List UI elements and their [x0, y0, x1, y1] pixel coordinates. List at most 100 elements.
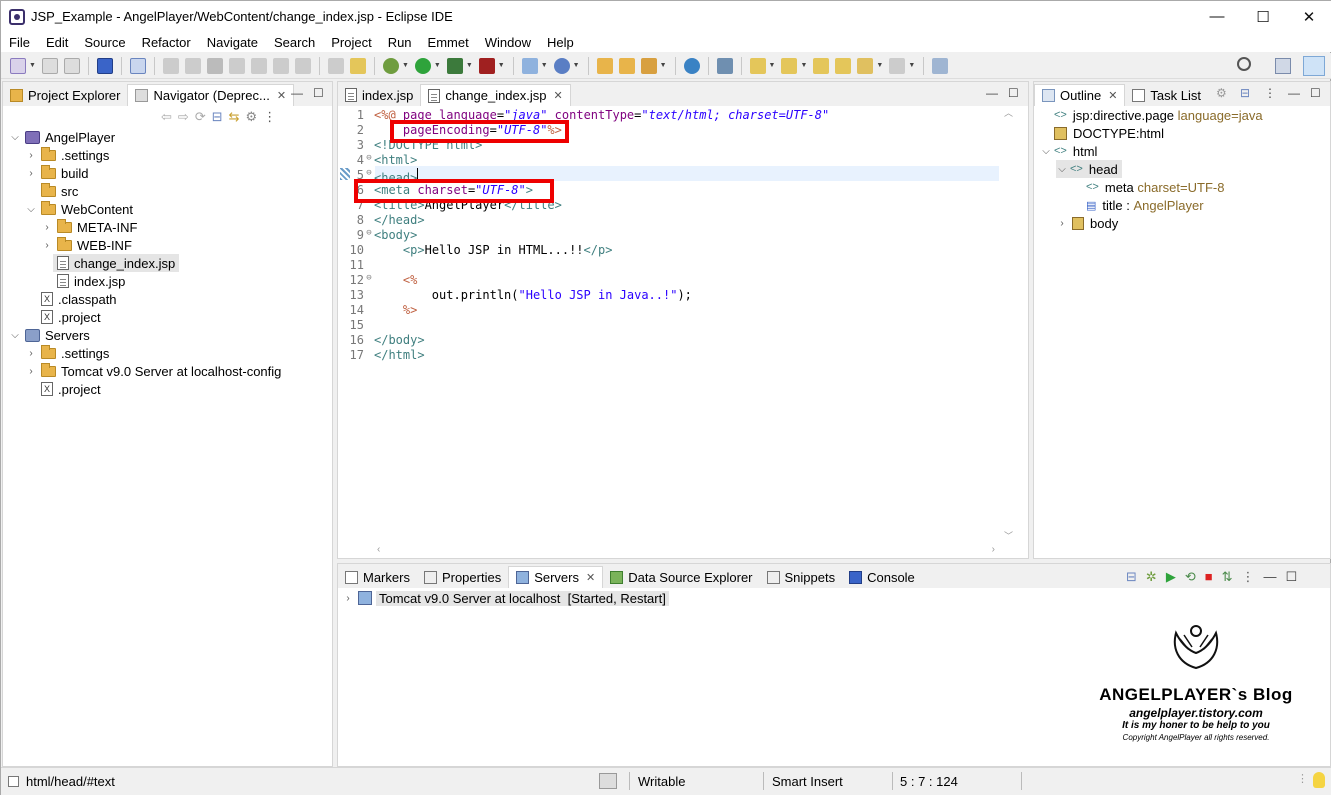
tree-item-tomcat-config[interactable]: › Tomcat v9.0 Server at localhost-config: [25, 362, 281, 380]
outline-item-title[interactable]: ▤ title : AngelPlayer: [1086, 196, 1204, 214]
outline-item-meta[interactable]: <> meta charset=UTF-8: [1086, 178, 1224, 196]
dropdown-arrow-icon[interactable]: ▼: [498, 62, 505, 69]
collapse-all-icon[interactable]: ⊟: [1240, 86, 1250, 100]
chevron-down-icon[interactable]: ⌵: [9, 132, 21, 143]
tab-markers[interactable]: Markers: [338, 566, 417, 588]
tree-item-meta-inf[interactable]: › META-INF: [41, 218, 137, 236]
status-menu-icon[interactable]: ⋮: [1297, 772, 1308, 785]
tab-servers[interactable]: Servers ✕: [508, 566, 604, 588]
forward-arrow-icon[interactable]: [889, 57, 906, 74]
open-resource-icon[interactable]: [618, 57, 635, 74]
outline-item-body[interactable]: › body: [1056, 214, 1118, 232]
tree-item-servers-project-file[interactable]: X .project: [37, 380, 101, 398]
collapse-icon[interactable]: ⊟: [1126, 569, 1137, 585]
view-menu-icon[interactable]: ⋮: [1241, 569, 1254, 585]
menu-run[interactable]: Run: [380, 35, 420, 50]
tab-data-source-explorer[interactable]: Data Source Explorer: [603, 566, 759, 588]
outline-item-html[interactable]: ⌵ <> html: [1040, 142, 1097, 160]
tip-lightbulb-icon[interactable]: [1313, 772, 1325, 788]
tree-item-webcontent[interactable]: ⌵ WebContent: [25, 200, 133, 218]
open-perspective-icon[interactable]: [1275, 58, 1291, 74]
chevron-right-icon[interactable]: ›: [25, 168, 37, 179]
external-tools-icon[interactable]: [478, 57, 495, 74]
editor-horizontal-scrollbar[interactable]: ‹ ›: [375, 544, 999, 558]
menu-help[interactable]: Help: [539, 35, 582, 50]
dropdown-arrow-icon[interactable]: ▼: [573, 62, 580, 69]
web-browser-icon[interactable]: [683, 57, 700, 74]
debug-icon[interactable]: [382, 57, 399, 74]
outline-item-head[interactable]: ⌵ <> head: [1056, 160, 1122, 178]
maximize-icon[interactable]: ☐: [1310, 86, 1321, 100]
tree-item-index-jsp[interactable]: index.jsp: [53, 272, 125, 290]
dropdown-arrow-icon[interactable]: ▼: [769, 62, 776, 69]
maximize-icon[interactable]: ☐: [1285, 569, 1297, 585]
chevron-right-icon[interactable]: ›: [41, 222, 53, 233]
menu-window[interactable]: Window: [477, 35, 539, 50]
tab-index-jsp[interactable]: index.jsp: [338, 84, 420, 106]
outline-scrollbar[interactable]: [1318, 106, 1330, 556]
chevron-down-icon[interactable]: ⌵: [9, 330, 21, 341]
toggle-comment-icon[interactable]: [327, 57, 344, 74]
chevron-down-icon[interactable]: ⌵: [25, 204, 37, 215]
debug-server-icon[interactable]: ✲: [1146, 569, 1157, 585]
back-icon[interactable]: ⇦: [161, 109, 172, 125]
suspend-icon[interactable]: [184, 57, 201, 74]
menu-navigate[interactable]: Navigate: [199, 35, 266, 50]
back-arrow-icon[interactable]: [857, 57, 874, 74]
open-task-icon[interactable]: [640, 57, 657, 74]
up-icon[interactable]: ⟳: [195, 109, 206, 125]
tab-snippets[interactable]: Snippets: [760, 566, 843, 588]
fold-toggle-icon[interactable]: ⊖: [364, 273, 374, 288]
chevron-right-icon[interactable]: ›: [342, 593, 354, 604]
dropdown-arrow-icon[interactable]: ▼: [29, 62, 36, 69]
terminal-icon[interactable]: [96, 57, 113, 74]
filter-icon[interactable]: ⚙: [1216, 86, 1227, 100]
link-with-editor-icon[interactable]: ⇆: [229, 109, 240, 125]
scroll-left-icon[interactable]: ‹: [377, 544, 380, 555]
menu-edit[interactable]: Edit: [38, 35, 76, 50]
chevron-down-icon[interactable]: ⌵: [1056, 164, 1068, 175]
tree-item-servers[interactable]: ⌵ Servers: [9, 326, 90, 344]
back-history-icon[interactable]: [835, 57, 852, 74]
forward-icon[interactable]: ⇨: [178, 109, 189, 125]
maximize-button[interactable]: ☐: [1240, 1, 1286, 32]
search-toolbar-icon[interactable]: [716, 57, 733, 74]
close-icon[interactable]: ✕: [554, 89, 563, 102]
menu-project[interactable]: Project: [323, 35, 379, 50]
next-annotation-icon[interactable]: [749, 57, 766, 74]
tree-item-servers-settings[interactable]: › .settings: [25, 344, 109, 362]
step-into-icon[interactable]: [250, 57, 267, 74]
fold-toggle-icon[interactable]: ⊖: [364, 153, 374, 168]
pin-editor-icon[interactable]: [932, 57, 949, 74]
progress-icon[interactable]: [599, 773, 617, 789]
close-icon[interactable]: ✕: [586, 571, 595, 584]
dropdown-arrow-icon[interactable]: ▼: [908, 62, 915, 69]
minimize-icon[interactable]: —: [1288, 86, 1300, 100]
maximize-icon[interactable]: ☐: [313, 86, 324, 100]
tree-item-src[interactable]: src: [25, 182, 78, 200]
tree-item-project-file[interactable]: X .project: [37, 308, 101, 326]
terminate-icon[interactable]: [206, 57, 223, 74]
tab-navigator[interactable]: Navigator (Deprec... ✕: [127, 84, 295, 106]
view-menu-icon[interactable]: ⋮: [1264, 86, 1276, 100]
save-all-icon[interactable]: [63, 57, 80, 74]
outline-item-doctype[interactable]: DOCTYPE:html: [1054, 124, 1164, 142]
menu-refactor[interactable]: Refactor: [134, 35, 199, 50]
dropdown-arrow-icon[interactable]: ▼: [541, 62, 548, 69]
close-window-button[interactable]: ✕: [1286, 1, 1331, 32]
menu-file[interactable]: File: [1, 35, 38, 50]
tree-item-classpath[interactable]: X .classpath: [37, 290, 117, 308]
search-icon[interactable]: [1237, 57, 1251, 71]
tree-item-angelplayer[interactable]: ⌵ AngelPlayer: [9, 128, 115, 146]
run-icon[interactable]: [414, 57, 431, 74]
save-icon[interactable]: [41, 57, 58, 74]
chevron-down-icon[interactable]: ⌵: [1040, 146, 1052, 157]
step-over-icon[interactable]: [272, 57, 289, 74]
skip-breakpoints-icon[interactable]: [129, 57, 146, 74]
new-server-icon[interactable]: [521, 57, 538, 74]
dropdown-arrow-icon[interactable]: ▼: [800, 62, 807, 69]
resume-icon[interactable]: [162, 57, 179, 74]
step-return-icon[interactable]: [294, 57, 311, 74]
tab-properties[interactable]: Properties: [417, 566, 508, 588]
previous-annotation-icon[interactable]: [781, 57, 798, 74]
